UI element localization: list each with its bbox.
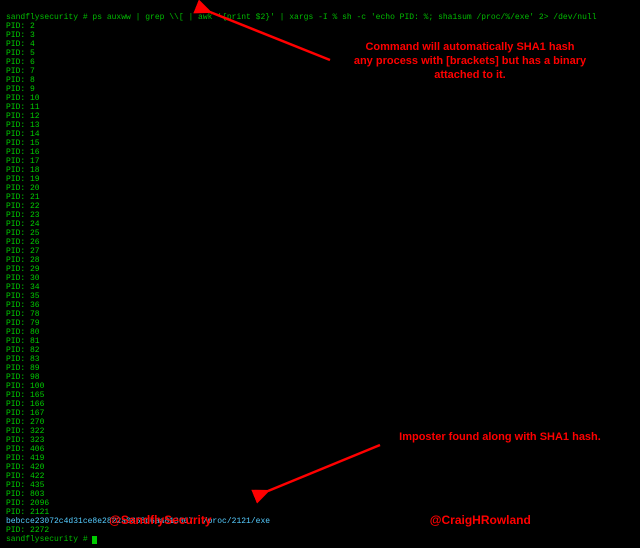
- cursor[interactable]: [92, 536, 97, 544]
- shell-prompt-2: sandflysecurity #: [6, 535, 88, 544]
- footer: @SandflySecurity @CraigHRowland: [0, 513, 640, 527]
- footer-handle-right: @CraigHRowland: [430, 513, 531, 527]
- footer-handle-left: @SandflySecurity: [109, 513, 211, 527]
- arrow-bottom: [0, 0, 640, 531]
